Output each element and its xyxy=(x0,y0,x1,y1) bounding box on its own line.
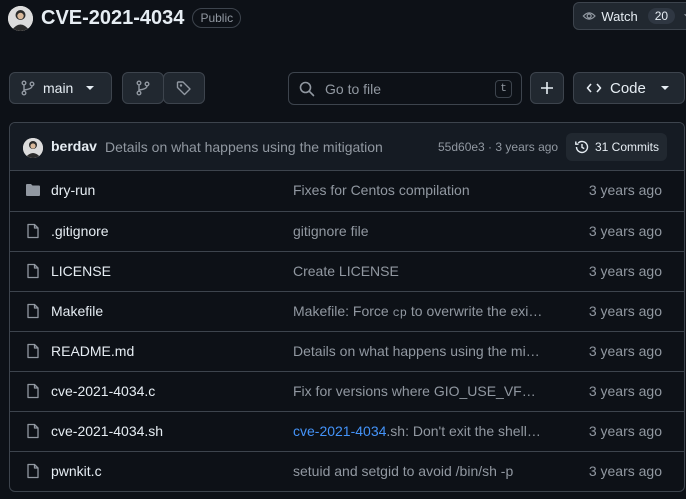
file-name[interactable]: README.md xyxy=(51,343,134,359)
watch-button[interactable]: Watch 20 xyxy=(573,2,686,30)
file-commit-message[interactable]: Fixes for Centos compilation xyxy=(293,182,545,199)
file-name[interactable]: cve-2021-4034.sh xyxy=(51,423,163,439)
commit-meta[interactable]: 55d60e3 · 3 years ago xyxy=(438,140,558,154)
file-date: 3 years ago xyxy=(588,182,662,198)
file-name[interactable]: pwnkit.c xyxy=(51,463,102,479)
msg-text: Makefile: Force xyxy=(293,303,393,319)
msg-text: Create LICENSE xyxy=(293,263,399,279)
folder-icon xyxy=(25,182,41,201)
file-row[interactable]: cve-2021-4034.c Fix for versions where GI… xyxy=(10,371,684,411)
file-row[interactable]: LICENSE Create LICENSE 3 years ago xyxy=(10,251,684,291)
repo-header: CVE-2021-4034 Public xyxy=(8,4,242,32)
watch-label: Watch xyxy=(601,8,638,24)
file-date: 3 years ago xyxy=(588,383,662,399)
msg-text: Fixes for Centos compilation xyxy=(293,182,470,198)
branch-name: main xyxy=(43,80,74,96)
file-row[interactable]: cve-2021-4034.sh cve-2021-4034.sh: Don't … xyxy=(10,411,684,451)
latest-commit-bar: berdav Details on what happens using the… xyxy=(10,123,684,171)
msg-text: Fix for versions where GIO_USE_VF… xyxy=(293,383,536,399)
file-row[interactable]: README.md Details on what happens using t… xyxy=(10,331,684,371)
file-icon xyxy=(25,303,41,322)
file-row[interactable]: dry-run Fixes for Centos compilation 3 yea… xyxy=(10,171,684,211)
commit-message[interactable]: Details on what happens using the mitiga… xyxy=(105,139,383,155)
msg-link[interactable]: cve-2021-4034 xyxy=(293,423,386,439)
search-icon xyxy=(299,81,315,96)
file-date: 3 years ago xyxy=(588,223,662,239)
search-placeholder: Go to file xyxy=(325,80,382,97)
file-commit-message[interactable]: gitignore file xyxy=(293,223,545,240)
branches-button[interactable] xyxy=(122,72,164,104)
commit-author[interactable]: berdav xyxy=(51,138,97,154)
file-row[interactable]: .gitignore gitignore file 3 years ago xyxy=(10,211,684,251)
file-browser: berdav Details on what happens using the… xyxy=(9,122,685,492)
msg-text: to overwrite the exi… xyxy=(407,303,543,319)
file-icon xyxy=(25,263,41,282)
msg-text: Details on what happens using the mi… xyxy=(293,343,540,359)
file-row[interactable]: pwnkit.c setuid and setgid to avoid /bin/… xyxy=(10,451,684,491)
add-file-button[interactable] xyxy=(530,72,564,104)
file-icon xyxy=(25,383,41,402)
file-name[interactable]: Makefile xyxy=(51,303,103,319)
plus-icon xyxy=(541,82,553,94)
file-commit-message[interactable]: Makefile: Force cp to overwrite the exi… xyxy=(293,303,545,320)
owner-avatar[interactable] xyxy=(8,5,33,31)
branch-selector[interactable]: main xyxy=(9,72,112,104)
msg-text: gitignore file xyxy=(293,223,369,239)
repo-title[interactable]: CVE-2021-4034 xyxy=(41,7,184,30)
visibility-badge: Public xyxy=(192,8,242,28)
chevron-down-icon xyxy=(86,86,95,90)
commits-history-button[interactable]: 31 Commits xyxy=(566,133,667,161)
msg-code: cp xyxy=(392,306,407,320)
watch-count: 20 xyxy=(647,8,676,24)
file-date: 3 years ago xyxy=(588,463,662,479)
file-name[interactable]: cve-2021-4034.c xyxy=(51,383,155,399)
file-icon xyxy=(25,343,41,362)
tags-button[interactable] xyxy=(163,72,205,104)
file-name[interactable]: .gitignore xyxy=(51,223,109,239)
file-date: 3 years ago xyxy=(588,263,662,279)
file-commit-message[interactable]: cve-2021-4034.sh: Don't exit the shell… xyxy=(293,423,545,440)
file-commit-message[interactable]: Fix for versions where GIO_USE_VF… xyxy=(293,383,545,400)
msg-text: setuid and setgid to avoid /bin/sh -p xyxy=(293,463,514,479)
file-row[interactable]: Makefile Makefile: Force cp to overwrite … xyxy=(10,291,684,331)
file-icon xyxy=(25,463,41,482)
author-avatar[interactable] xyxy=(23,138,43,158)
git-branch-icon xyxy=(136,80,150,96)
file-icon xyxy=(25,423,41,442)
search-shortcut: t xyxy=(495,80,512,98)
msg-text: .sh: Don't exit the shell… xyxy=(386,423,541,439)
code-icon xyxy=(586,83,602,93)
go-to-file-input[interactable]: Go to file t xyxy=(288,72,522,105)
git-branch-icon xyxy=(21,80,35,96)
file-icon xyxy=(25,223,41,242)
file-commit-message[interactable]: Details on what happens using the mi… xyxy=(293,343,545,360)
file-date: 3 years ago xyxy=(588,303,662,319)
file-name[interactable]: dry-run xyxy=(51,182,95,198)
file-commit-message[interactable]: Create LICENSE xyxy=(293,263,545,280)
code-label: Code xyxy=(610,79,646,97)
commits-count: 31 Commits xyxy=(595,140,660,154)
tag-icon xyxy=(176,81,191,96)
file-commit-message[interactable]: setuid and setgid to avoid /bin/sh -p xyxy=(293,463,545,480)
eye-icon xyxy=(582,12,596,20)
file-list: dry-run Fixes for Centos compilation 3 yea… xyxy=(10,171,684,491)
chevron-down-icon xyxy=(660,86,669,90)
file-date: 3 years ago xyxy=(588,423,662,439)
file-name[interactable]: LICENSE xyxy=(51,263,111,279)
code-button[interactable]: Code xyxy=(573,72,685,104)
file-date: 3 years ago xyxy=(588,343,662,359)
history-icon xyxy=(575,140,589,154)
